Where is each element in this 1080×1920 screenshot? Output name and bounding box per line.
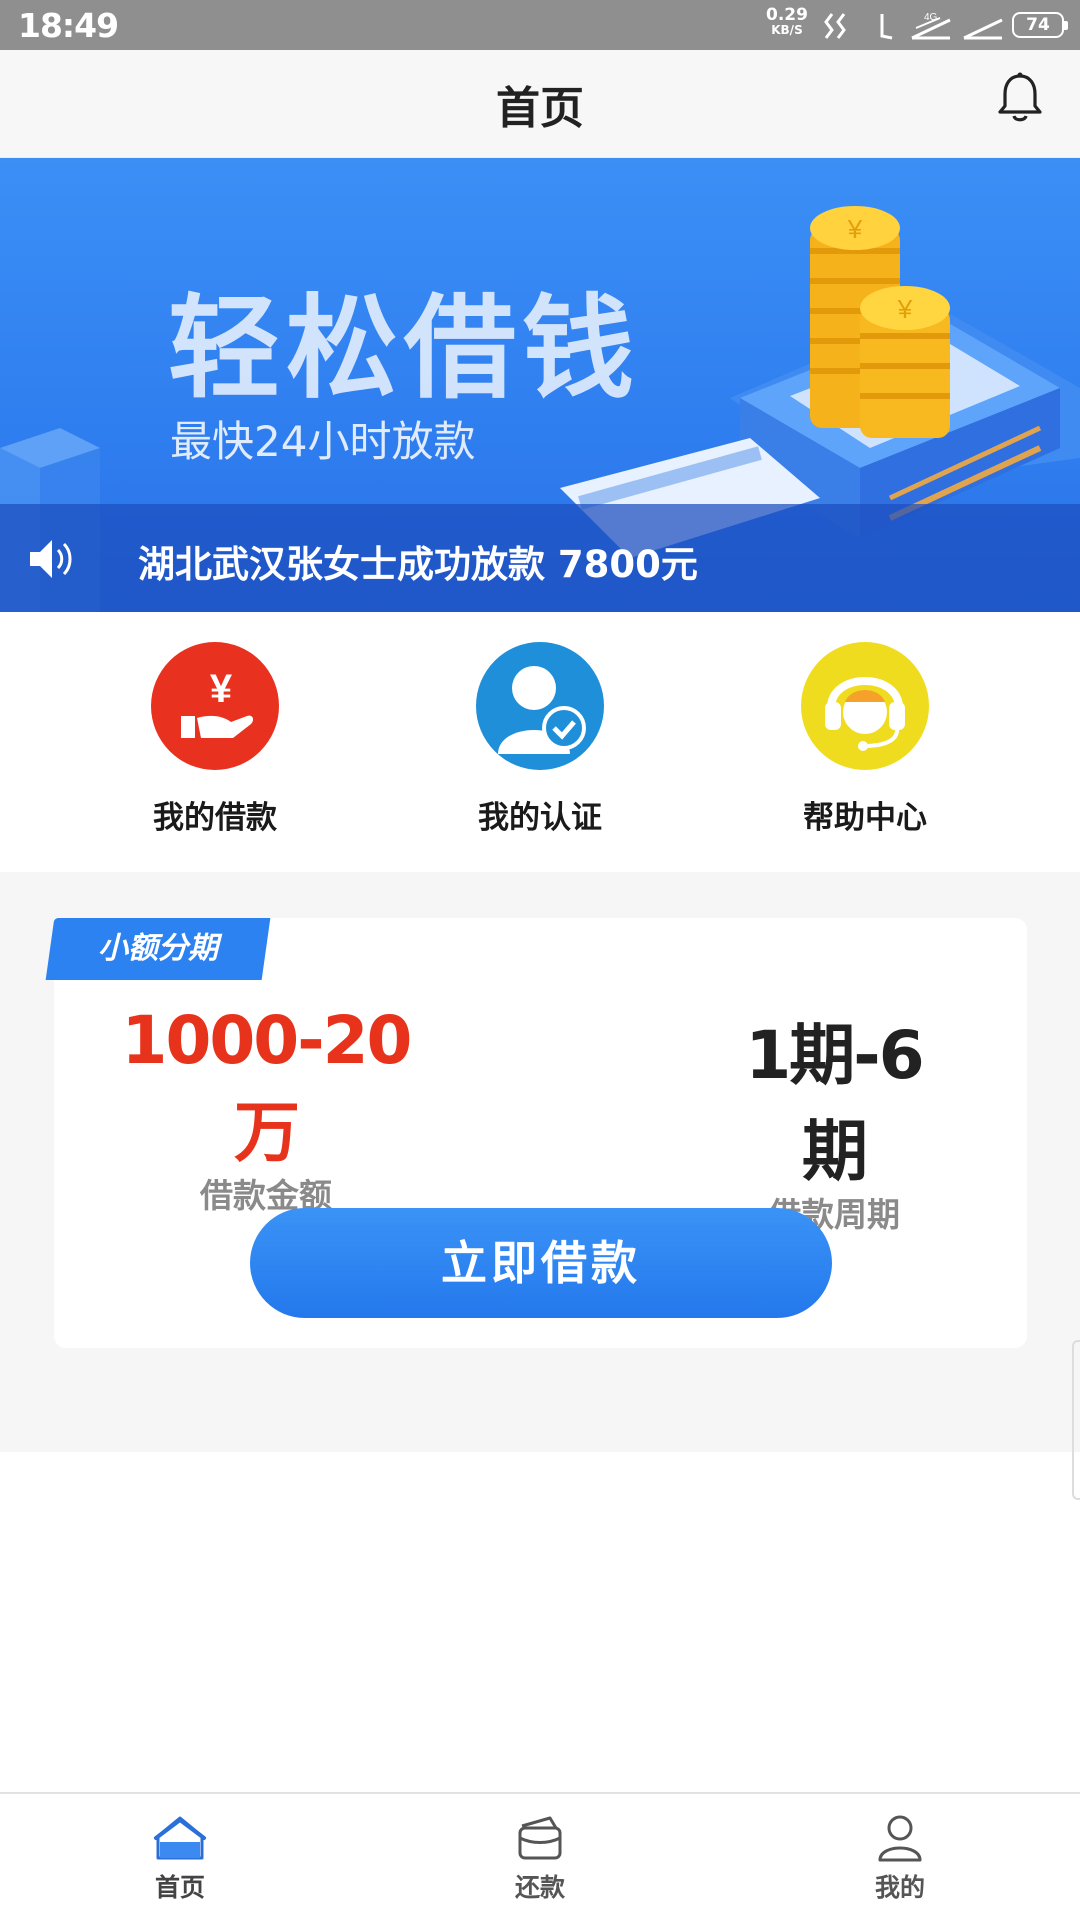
home-icon bbox=[154, 1816, 206, 1860]
loan-amount: 1000-20万 借款金额 bbox=[116, 1002, 416, 1217]
hand-yuan-icon: ¥ bbox=[151, 642, 279, 770]
network-speed-value: 0.29 bbox=[766, 5, 808, 25]
quick-action-label: 我的借款 bbox=[153, 800, 277, 836]
network-speed-unit: KB/S bbox=[771, 23, 803, 37]
top-nav-bar: 首页 bbox=[0, 50, 1080, 158]
signal-4g-icon: 4G bbox=[911, 12, 951, 40]
tab-label: 首页 bbox=[154, 1873, 205, 1902]
announcement-ticker[interactable]: 湖北武汉张女士成功放款 7800元 bbox=[0, 504, 1080, 612]
product-tag-label: 小额分期 bbox=[98, 931, 218, 966]
loan-period: 1期-6期 借款周期 bbox=[714, 1002, 954, 1236]
product-tag: 小额分期 bbox=[45, 918, 271, 980]
bottom-tab-bar: 首页 还款 我的 bbox=[0, 1792, 1080, 1920]
status-time: 18:49 bbox=[18, 6, 119, 45]
page-title: 首页 bbox=[496, 83, 584, 134]
tab-label: 我的 bbox=[874, 1873, 925, 1902]
call-icon bbox=[880, 14, 893, 40]
tab-label: 还款 bbox=[514, 1873, 565, 1902]
notification-icon bbox=[824, 13, 846, 39]
loan-product-card: 小额分期 1000-20万 借款金额 1期-6期 借款周期 立即借款 bbox=[45, 918, 1027, 1348]
bell-icon[interactable] bbox=[990, 68, 1050, 128]
svg-text:¥: ¥ bbox=[210, 667, 233, 711]
banner-subline: 最快24小时放款 bbox=[170, 417, 476, 466]
quick-action-label: 我的认证 bbox=[478, 800, 602, 836]
quick-actions: ¥ 我的借款 我的认证 帮助中心 bbox=[0, 612, 1080, 872]
quick-action-my-verification[interactable]: 我的认证 bbox=[430, 642, 650, 837]
quick-action-help-center[interactable]: 帮助中心 bbox=[755, 642, 975, 837]
loan-amount-value: 1000-20万 bbox=[121, 1002, 413, 1171]
signal-icon bbox=[963, 18, 1003, 40]
tab-repay[interactable]: 还款 bbox=[460, 1812, 620, 1904]
network-speed: 0.29 KB/S bbox=[766, 5, 808, 38]
apply-loan-button[interactable]: 立即借款 bbox=[250, 1208, 832, 1318]
person-icon bbox=[878, 1815, 922, 1862]
battery-indicator: 74 bbox=[1012, 12, 1068, 38]
tab-home[interactable]: 首页 bbox=[100, 1812, 260, 1904]
loan-section: 小额分期 1000-20万 借款金额 1期-6期 借款周期 立即借款 bbox=[0, 872, 1080, 1452]
quick-action-my-loans[interactable]: ¥ 我的借款 bbox=[105, 642, 325, 837]
status-bar: 18:49 0.29 KB/S 4G 74 bbox=[0, 0, 1080, 50]
edge-handle[interactable] bbox=[1072, 1340, 1080, 1500]
svg-text:¥: ¥ bbox=[897, 294, 913, 324]
wallet-icon bbox=[518, 1816, 562, 1860]
user-verified-icon bbox=[476, 642, 604, 770]
ticker-message: 湖北武汉张女士成功放款 7800元 bbox=[138, 543, 698, 586]
customer-service-icon bbox=[801, 642, 929, 770]
promo-banner[interactable]: 轻松借钱 最快24小时放款 ¥ ¥ 湖北武汉张女士成功放款 7800元 bbox=[0, 158, 1080, 612]
quick-action-label: 帮助中心 bbox=[803, 800, 927, 836]
tab-mine[interactable]: 我的 bbox=[820, 1812, 980, 1904]
speaker-icon bbox=[30, 540, 72, 578]
svg-text:¥: ¥ bbox=[847, 214, 863, 244]
loan-period-value: 1期-6期 bbox=[745, 1017, 924, 1190]
